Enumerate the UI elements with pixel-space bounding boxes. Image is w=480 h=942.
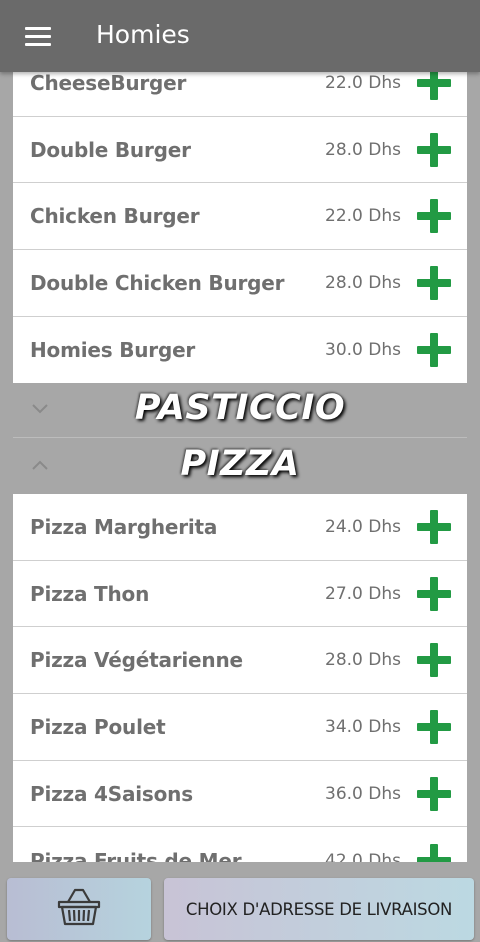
bottom-bar: CHOIX D'ADRESSE DE LIVRAISON [0,862,480,942]
app-title: Homies [96,20,190,49]
menu-item[interactable]: Pizza Margherita 24.0 Dhs [13,494,467,561]
add-icon[interactable] [417,132,451,167]
hamburger-menu-icon[interactable] [14,16,62,56]
item-price: 27.0 Dhs [325,583,401,604]
item-price: 22.0 Dhs [325,206,401,227]
add-icon[interactable] [417,265,451,300]
menu-item[interactable]: Pizza Poulet 34.0 Dhs [13,694,467,761]
app-bar: Homies [0,0,480,72]
basket-button[interactable] [7,878,151,940]
menu-item[interactable]: Double Burger 28.0 Dhs [13,117,467,184]
category-title: PASTICCIO [134,388,346,428]
item-name: Double Chicken Burger [30,270,285,295]
add-icon[interactable] [417,576,451,611]
add-icon[interactable] [417,333,451,368]
delivery-address-label: CHOIX D'ADRESSE DE LIVRAISON [185,899,453,919]
item-name: Pizza Végétarienne [30,648,243,673]
item-name: Pizza Thon [30,581,150,606]
add-icon[interactable] [417,776,451,811]
item-name: Chicken Burger [30,204,200,229]
pizza-list: Pizza Margherita 24.0 Dhs Pizza Thon 27.… [13,494,467,862]
category-header-pizza[interactable]: PIZZA [13,438,467,494]
item-price: 24.0 Dhs [325,516,401,537]
item-name: Pizza Fruits de Mer [30,848,242,862]
item-name: Homies Burger [30,338,196,363]
menu-item[interactable]: Pizza 4Saisons 36.0 Dhs [13,761,467,828]
item-price: 34.0 Dhs [325,716,401,737]
category-header-pasticcio[interactable]: PASTICCIO [13,382,467,438]
item-price: 28.0 Dhs [325,650,401,671]
item-name: Pizza 4Saisons [30,781,193,806]
menu-item[interactable]: Pizza Fruits de Mer 42.0 Dhs [13,827,467,862]
item-name: Double Burger [30,137,191,162]
item-price: 30.0 Dhs [325,340,401,361]
item-name: CheeseBurger [30,72,187,95]
menu-item[interactable]: Chicken Burger 22.0 Dhs [13,183,467,251]
item-name: Pizza Margherita [30,514,218,539]
basket-icon [56,887,102,932]
add-icon[interactable] [417,509,451,544]
menu-item[interactable]: Homies Burger 30.0 Dhs [13,317,467,384]
item-price: 28.0 Dhs [325,139,401,160]
category-title: PIZZA [180,444,300,484]
menu-content[interactable]: CheeseBurger 22.0 Dhs Double Burger 28.0… [0,72,480,862]
item-price: 36.0 Dhs [325,783,401,804]
menu-item[interactable]: Pizza Végétarienne 28.0 Dhs [13,627,467,695]
item-price: 42.0 Dhs [325,850,401,862]
add-icon[interactable] [417,709,451,744]
delivery-address-button[interactable]: CHOIX D'ADRESSE DE LIVRAISON [164,878,474,940]
add-icon[interactable] [417,643,451,678]
menu-item[interactable]: CheeseBurger 22.0 Dhs [13,72,467,117]
add-icon[interactable] [417,843,451,862]
menu-item[interactable]: Pizza Thon 27.0 Dhs [13,561,467,628]
menu-item[interactable]: Double Chicken Burger 28.0 Dhs [13,250,467,317]
item-price: 28.0 Dhs [325,272,401,293]
add-icon[interactable] [417,72,451,100]
item-price: 22.0 Dhs [325,72,401,93]
add-icon[interactable] [417,199,451,234]
item-name: Pizza Poulet [30,714,166,739]
burger-list: CheeseBurger 22.0 Dhs Double Burger 28.0… [13,72,467,384]
